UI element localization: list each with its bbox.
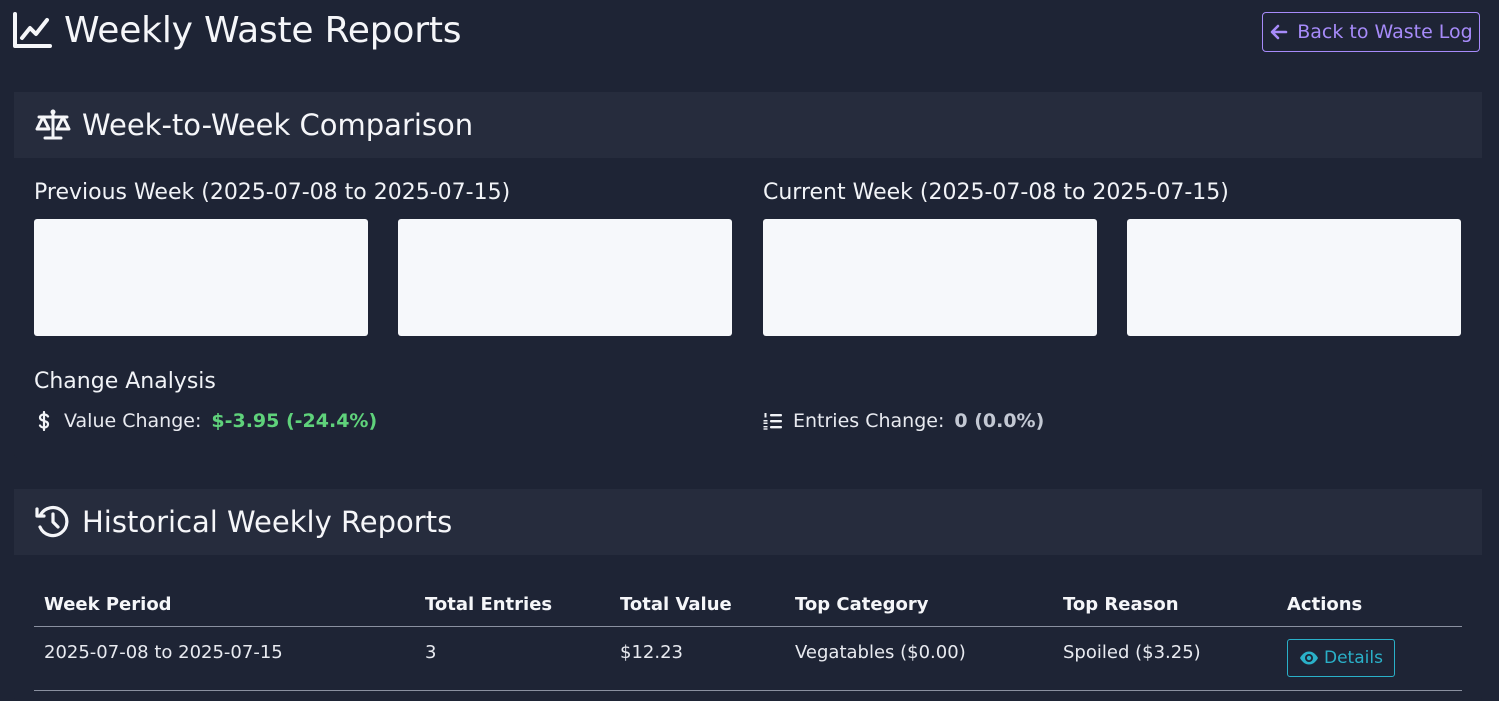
entries-change-value: 0 (0.0%)	[954, 410, 1045, 432]
change-analysis-title: Change Analysis	[34, 369, 216, 394]
previous-week-stat-box-1	[34, 219, 368, 336]
entries-change-label: Entries Change:	[793, 410, 945, 432]
comparison-card-header: Week-to-Week Comparison	[14, 92, 1482, 158]
page-title: Weekly Waste Reports	[64, 9, 462, 51]
table-header-row: Week Period Total Entries Total Value To…	[34, 583, 1462, 627]
current-week-stat-box-1	[763, 219, 1097, 336]
cell-top-category: Vegatables ($0.00)	[785, 626, 1053, 691]
cell-top-category-text: Vegatables ($0.00)	[795, 641, 966, 663]
history-table: Week Period Total Entries Total Value To…	[34, 583, 1462, 691]
list-ordered-icon	[763, 413, 782, 430]
page-header: Weekly Waste Reports	[12, 6, 461, 54]
previous-week-stat-box-2	[398, 219, 732, 336]
chart-line-icon	[13, 12, 52, 48]
history-title: Historical Weekly Reports	[82, 505, 453, 539]
balance-scale-icon	[35, 109, 71, 140]
cell-total-value-text: $12.23	[620, 641, 683, 663]
history-icon	[35, 505, 69, 538]
value-change-value: $-3.95 (-24.4%)	[211, 410, 378, 432]
column-header-top-category: Top Category	[785, 583, 1053, 627]
cell-top-reason: Spoiled ($3.25)	[1053, 626, 1277, 691]
column-header-actions: Actions	[1277, 583, 1462, 627]
arrow-left-icon	[1270, 24, 1288, 40]
details-button-label: Details	[1324, 648, 1383, 668]
column-header-total-value: Total Value	[610, 583, 785, 627]
history-card-header: Historical Weekly Reports	[14, 489, 1482, 555]
history-card: Historical Weekly Reports Week Period To…	[14, 489, 1482, 701]
value-change-row: Value Change: $-3.95 (-24.4%)	[34, 410, 377, 432]
back-button-label: Back to Waste Log	[1297, 21, 1473, 43]
dollar-icon	[38, 411, 50, 431]
cell-total-value: $12.23	[610, 626, 785, 691]
back-to-waste-log-button[interactable]: Back to Waste Log	[1262, 12, 1480, 52]
comparison-title: Week-to-Week Comparison	[82, 108, 474, 142]
current-week-title: Current Week (2025-07-08 to 2025-07-15)	[763, 180, 1229, 205]
eye-icon	[1300, 651, 1318, 665]
column-header-total-entries: Total Entries	[415, 583, 610, 627]
current-week-stat-box-2	[1127, 219, 1461, 336]
cell-week-period: 2025-07-08 to 2025-07-15	[34, 626, 415, 691]
cell-total-entries: 3	[415, 626, 610, 691]
previous-week-title: Previous Week (2025-07-08 to 2025-07-15)	[34, 180, 511, 205]
table-row: 2025-07-08 to 2025-07-15 3 $12.23 Vegata…	[34, 626, 1462, 691]
cell-week-period-text: 2025-07-08 to 2025-07-15	[44, 641, 283, 663]
page: Weekly Waste Reports Back to Waste Log W…	[0, 0, 1499, 701]
column-header-top-reason: Top Reason	[1053, 583, 1277, 627]
comparison-card: Week-to-Week Comparison Previous Week (2…	[14, 92, 1482, 458]
column-header-week-period: Week Period	[34, 583, 415, 627]
cell-top-reason-text: Spoiled ($3.25)	[1063, 641, 1201, 663]
cell-total-entries-text: 3	[425, 641, 437, 663]
value-change-label: Value Change:	[64, 410, 202, 432]
entries-change-row: Entries Change: 0 (0.0%)	[763, 410, 1044, 432]
cell-actions: Details	[1277, 626, 1462, 691]
details-button[interactable]: Details	[1287, 639, 1395, 677]
